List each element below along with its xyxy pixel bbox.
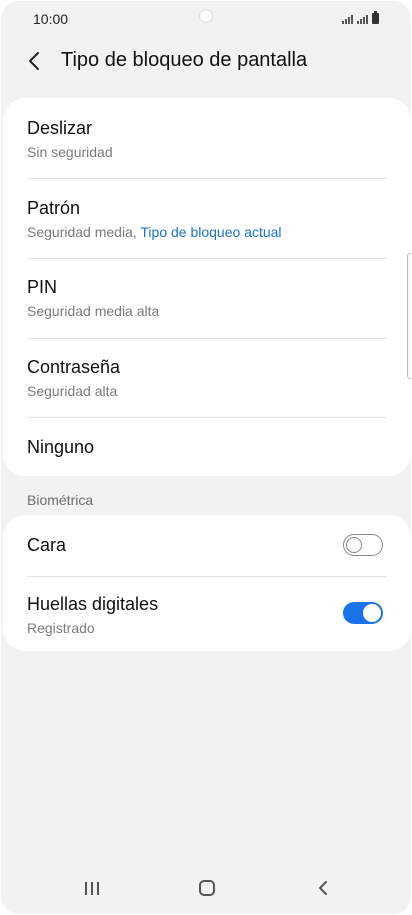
chevron-left-icon xyxy=(29,52,39,70)
scroll-handle[interactable] xyxy=(407,253,411,379)
app-header: Tipo de bloqueo de pantalla xyxy=(1,37,411,85)
biometric-title: Cara xyxy=(27,535,67,555)
current-lock-type-label: Tipo de bloqueo actual xyxy=(140,224,282,240)
recents-icon xyxy=(85,882,99,895)
home-icon xyxy=(199,880,215,896)
camera-cutout xyxy=(199,9,213,23)
recents-button[interactable] xyxy=(78,874,106,902)
home-button[interactable] xyxy=(193,874,221,902)
option-subtitle-text: Seguridad media, xyxy=(27,224,137,240)
page-title: Tipo de bloqueo de pantalla xyxy=(61,49,308,71)
status-time: 10:00 xyxy=(33,11,69,27)
status-icons xyxy=(342,11,379,24)
biometric-subtitle: Registrado xyxy=(27,620,95,636)
biometric-item-face[interactable]: Cara xyxy=(3,515,411,576)
signal-icon xyxy=(342,14,353,24)
nav-back-button[interactable] xyxy=(309,874,337,902)
option-ninguno[interactable]: Ninguno xyxy=(3,417,411,476)
option-contrasena[interactable]: Contraseña Seguridad alta xyxy=(3,338,411,418)
option-subtitle: Sin seguridad xyxy=(27,144,113,160)
biometric-title: Huellas digitales xyxy=(27,594,159,614)
back-icon xyxy=(319,881,327,895)
option-subtitle: Seguridad alta xyxy=(27,383,118,399)
option-subtitle: Seguridad media, Tipo de bloqueo actual xyxy=(27,224,282,240)
option-patron[interactable]: Patrón Seguridad media, Tipo de bloqueo … xyxy=(3,178,411,258)
option-title: Patrón xyxy=(27,198,81,218)
option-title: PIN xyxy=(27,277,58,297)
battery-icon xyxy=(372,11,379,24)
option-title: Ninguno xyxy=(27,437,95,457)
navigation-bar xyxy=(1,862,411,914)
biometric-item-fingerprint[interactable]: Huellas digitales Registrado xyxy=(3,576,411,651)
option-pin[interactable]: PIN Seguridad media alta xyxy=(3,258,411,338)
fingerprint-toggle[interactable] xyxy=(343,602,383,624)
status-bar: 10:00 xyxy=(1,1,411,37)
option-title: Contraseña xyxy=(27,357,121,377)
toggle-knob xyxy=(363,604,381,622)
screen: 10:00 Tipo de bloqueo de pantalla Desliz… xyxy=(1,1,411,914)
option-deslizar[interactable]: Deslizar Sin seguridad xyxy=(3,98,411,178)
section-label-biometrics: Biométrica xyxy=(27,492,94,508)
face-toggle[interactable] xyxy=(343,534,383,556)
biometrics-card: Cara Huellas digitales Registrado xyxy=(3,515,411,651)
toggle-knob xyxy=(346,537,362,553)
lock-options-card: Deslizar Sin seguridad Patrón Seguridad … xyxy=(3,98,411,476)
option-subtitle: Seguridad media alta xyxy=(27,303,160,319)
signal-icon xyxy=(357,14,368,24)
option-title: Deslizar xyxy=(27,118,93,138)
back-button[interactable] xyxy=(21,47,49,75)
